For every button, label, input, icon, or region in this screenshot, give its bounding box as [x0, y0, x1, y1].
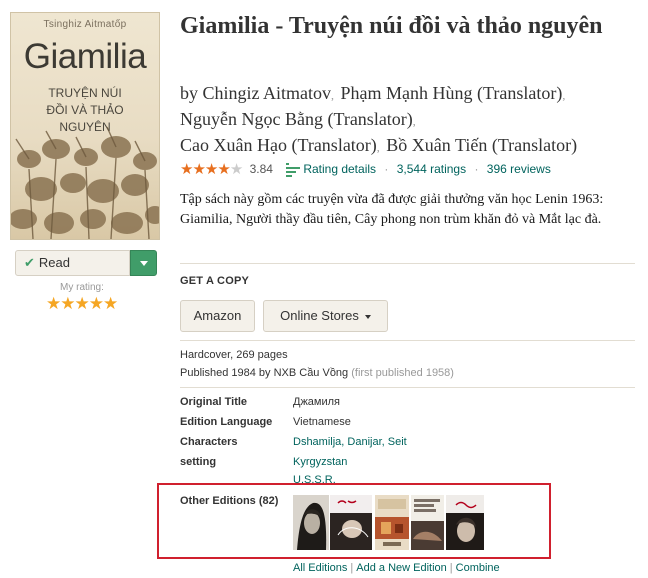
edition-cover-image — [293, 495, 329, 550]
author-link[interactable]: Nguyễn Ngọc Bằng (Translator) — [180, 109, 413, 129]
characters-link[interactable]: Dshamilja, Danijar, Seit — [293, 436, 407, 448]
add-new-edition-link[interactable]: Add a New Edition — [356, 562, 447, 574]
author-separator: , — [562, 88, 566, 102]
edition-cover-image — [446, 495, 484, 550]
edition-cover-image — [411, 495, 444, 550]
divider — [180, 263, 635, 264]
star-icon[interactable]: ★ — [46, 294, 61, 313]
cover-subtitle-line: TRUYỆN NÚI — [48, 86, 122, 100]
star-icon[interactable]: ★ — [60, 294, 75, 313]
separator-dot: · — [474, 162, 479, 177]
get-a-copy-heading: GET A COPY — [180, 275, 250, 287]
edition-cover[interactable] — [293, 495, 329, 550]
author-link[interactable]: Cao Xuân Hạo (Translator) — [180, 135, 377, 155]
cover-title-text: Giamilia — [23, 37, 147, 76]
author-separator: , — [331, 88, 334, 102]
edition-cover-image — [330, 495, 372, 550]
book-description: Tập sách này gồm các truyện vừa đã được … — [180, 192, 604, 227]
amazon-button[interactable]: Amazon — [180, 300, 255, 332]
average-rating-stars: ★★★★★ — [180, 160, 243, 179]
author-separator: , — [376, 140, 380, 154]
characters-value: Dshamilja, Danijar, Seit — [293, 436, 407, 448]
author-separator: , — [412, 114, 416, 128]
rating-row: ★★★★★ 3.84 Rating details · 3,544 rating… — [180, 160, 551, 180]
cover-subtitle-line: ĐỒI VÀ THẢO — [46, 103, 124, 117]
detail-label: Characters — [180, 436, 238, 448]
separator-dot: · — [384, 162, 389, 177]
star-icon: ★ — [217, 161, 230, 179]
edition-language-value: Vietnamese — [293, 416, 351, 428]
publication-info: Published 1984 by NXB Cầu Vồng (first pu… — [180, 367, 454, 379]
bar-chart-icon[interactable] — [286, 162, 301, 178]
reviews-count-link[interactable]: 396 reviews — [487, 162, 551, 176]
online-stores-label: Online Stores — [280, 308, 359, 323]
setting-value: Kyrgyzstan — [293, 456, 347, 468]
all-editions-link[interactable]: All Editions — [293, 562, 347, 574]
my-rating-stars[interactable]: ★★★★★ — [46, 294, 118, 314]
divider — [180, 340, 635, 341]
star-empty-icon: ★ — [229, 161, 243, 179]
caret-down-icon — [364, 314, 371, 319]
online-stores-button[interactable]: Online Stores — [263, 300, 388, 332]
star-icon[interactable]: ★ — [75, 294, 90, 313]
star-icon: ★ — [204, 161, 218, 179]
edition-cover[interactable] — [446, 495, 484, 550]
read-status-label: Read — [38, 255, 70, 270]
by-label: by — [180, 83, 198, 103]
star-icon[interactable]: ★ — [89, 294, 104, 313]
author-link[interactable]: Phạm Mạnh Hùng (Translator) — [341, 83, 563, 103]
edition-cover-image — [375, 495, 409, 550]
cover-flower-illustration — [11, 126, 159, 239]
setting-link[interactable]: Kyrgyzstan — [293, 456, 347, 468]
star-icon: ★ — [180, 161, 193, 179]
author-link[interactable]: Chingiz Aitmatov — [203, 83, 332, 103]
published-text: Published 1984 by NXB Cầu Vồng — [180, 367, 349, 379]
book-format: Hardcover, 269 pages — [180, 349, 288, 361]
read-status-button[interactable]: ✔ Read — [15, 250, 130, 276]
checkmark-icon: ✔ — [24, 255, 35, 270]
author-link[interactable]: Bồ Xuân Tiến (Translator) — [386, 135, 577, 155]
detail-label: Original Title — [180, 396, 248, 408]
book-authors: by Chingiz Aitmatov, Phạm Mạnh Hùng (Tra… — [180, 81, 630, 159]
ratings-count-link[interactable]: 3,544 ratings — [397, 162, 466, 176]
first-published-text: (first published 1958) — [351, 367, 454, 379]
detail-label: Edition Language — [180, 416, 273, 428]
edition-cover[interactable] — [375, 495, 409, 550]
shelf-dropdown-button[interactable] — [130, 250, 157, 276]
star-icon[interactable]: ★ — [103, 294, 118, 313]
editions-links: All Editions | Add a New Edition | Combine — [293, 562, 500, 574]
detail-label: setting — [180, 456, 217, 468]
edition-cover[interactable] — [330, 495, 372, 550]
other-editions-label: Other Editions (82) — [180, 495, 279, 507]
amazon-button-label: Amazon — [193, 308, 242, 323]
original-title-value: Джамиля — [293, 396, 341, 408]
book-title: Giamilia - Truyện núi đồi và thảo nguyên — [180, 13, 603, 39]
divider — [180, 387, 635, 388]
book-cover[interactable]: Tsinghiz Aitmatốp Giamilia TRUYỆN NÚI ĐỒ… — [10, 12, 160, 240]
combine-link[interactable]: Combine — [456, 562, 500, 574]
average-rating: 3.84 — [249, 162, 273, 177]
link-separator: | — [449, 562, 453, 574]
edition-cover[interactable] — [411, 495, 444, 550]
star-icon: ★ — [192, 161, 205, 179]
rating-details-link[interactable]: Rating details — [303, 162, 376, 176]
my-rating-label: My rating: — [60, 282, 104, 293]
link-separator: | — [350, 562, 354, 574]
cover-author-text: Tsinghiz Aitmatốp — [43, 19, 127, 30]
